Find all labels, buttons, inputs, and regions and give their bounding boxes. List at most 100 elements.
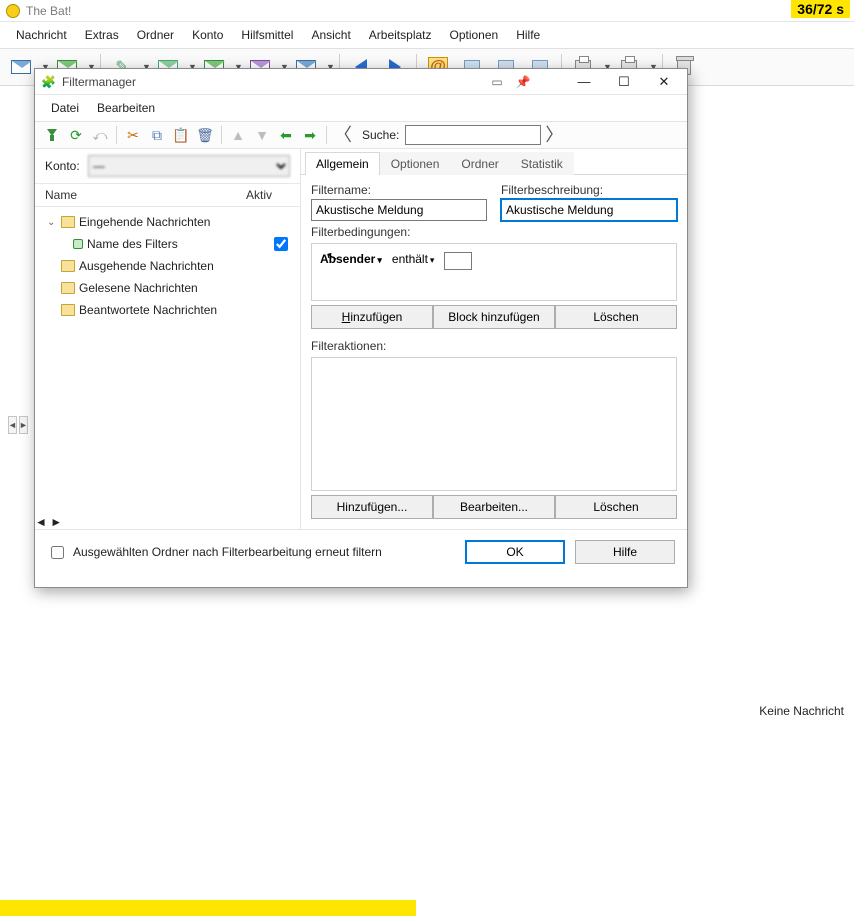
separator <box>221 126 222 144</box>
minimize-button[interactable]: ― <box>567 71 601 93</box>
separator <box>326 126 327 144</box>
menu-ansicht[interactable]: Ansicht <box>303 26 358 44</box>
tree-node[interactable]: Gelesene Nachrichten <box>39 277 296 299</box>
menu-hilfe[interactable]: Hilfe <box>508 26 548 44</box>
menu-ordner[interactable]: Ordner <box>129 26 182 44</box>
move-right-button[interactable]: ➡ <box>299 124 321 146</box>
filterdesc-input[interactable] <box>501 199 677 221</box>
cond-add-button[interactable]: HHinzufügeninzufügen <box>311 305 433 329</box>
left-pane: Konto: — Name Aktiv ⌄ Eingehende Nachric… <box>35 149 301 529</box>
conditions-label: Filterbedingungen: <box>311 225 677 239</box>
menu-optionen[interactable]: Optionen <box>442 26 507 44</box>
list-header: Name Aktiv <box>35 183 300 207</box>
folder-icon <box>61 216 75 228</box>
move-left-button[interactable]: ⬅ <box>275 124 297 146</box>
refilter-checkbox[interactable] <box>51 546 64 559</box>
col-name[interactable]: Name <box>45 188 246 202</box>
app-icon <box>6 4 20 18</box>
main-titlebar: The Bat! 36/72 s <box>0 0 854 22</box>
window-extra1-icon[interactable]: ▭ <box>487 72 507 92</box>
filter-tree[interactable]: ⌄ Eingehende Nachrichten Name des Filter… <box>35 207 300 515</box>
tree-label: Gelesene Nachrichten <box>79 281 198 295</box>
dialog-title: Filtermanager <box>62 75 481 89</box>
actions-label: Filteraktionen: <box>311 339 677 353</box>
separator <box>116 126 117 144</box>
menu-arbeitsplatz[interactable]: Arbeitsplatz <box>361 26 440 44</box>
tree-node-root[interactable]: ⌄ Eingehende Nachrichten <box>39 211 296 233</box>
copy-button[interactable]: ⧉ <box>146 124 168 146</box>
tab-allgemein[interactable]: Allgemein <box>305 152 380 175</box>
filterdesc-label: Filterbeschreibung: <box>501 183 677 197</box>
chevron-down-icon[interactable]: ⌄ <box>47 217 57 228</box>
act-edit-button[interactable]: Bearbeiten... <box>433 495 555 519</box>
dialog-icon: 🧩 <box>41 75 56 89</box>
tb-new-mail[interactable] <box>6 52 36 82</box>
scroll-left-icon[interactable]: ◄ <box>35 515 47 529</box>
cond-delete-button[interactable]: Löschen <box>555 305 677 329</box>
filtermanager-dialog: 🧩 Filtermanager ▭ 📌 ― ☐ ✕ Datei Bearbeit… <box>34 68 688 588</box>
menu-extras[interactable]: Extras <box>77 26 127 44</box>
ok-button[interactable]: OK <box>465 540 565 564</box>
arrow-up-icon: ▲ <box>231 128 245 142</box>
menu-konto[interactable]: Konto <box>184 26 231 44</box>
tree-hscroll[interactable]: ◄ ► <box>35 515 300 529</box>
undo-button[interactable]: ⤺ <box>89 124 111 146</box>
tree-node[interactable]: Ausgehende Nachrichten <box>39 255 296 277</box>
menu-hilfsmittel[interactable]: Hilfsmittel <box>233 26 301 44</box>
menu-nachricht[interactable]: Nachricht <box>8 26 75 44</box>
dialog-titlebar[interactable]: 🧩 Filtermanager ▭ 📌 ― ☐ ✕ <box>35 69 687 95</box>
act-add-button[interactable]: Hinzufügen... <box>311 495 433 519</box>
paste-button[interactable]: 📋 <box>170 124 192 146</box>
arrow-left-icon: ⬅ <box>280 128 292 142</box>
help-button[interactable]: Hilfe <box>575 540 675 564</box>
move-down-button[interactable]: ▼ <box>251 124 273 146</box>
tab-optionen[interactable]: Optionen <box>380 152 451 175</box>
refresh-button[interactable]: ⟳ <box>65 124 87 146</box>
tab-pane-allgemein: Filtername: Filterbeschreibung: Filterbe… <box>301 175 687 529</box>
maximize-button[interactable]: ☐ <box>607 71 641 93</box>
refilter-checkbox-row[interactable]: Ausgewählten Ordner nach Filterbearbeitu… <box>47 543 455 562</box>
filter-icon <box>73 239 83 249</box>
tree-label: Ausgehende Nachrichten <box>79 259 214 273</box>
caret-icon: ▾ <box>377 255 382 265</box>
move-up-button[interactable]: ▲ <box>227 124 249 146</box>
actions-box[interactable] <box>311 357 677 491</box>
conditions-box: ↖ Absender▾ enthält▾ <box>311 243 677 301</box>
cond-addblock-button[interactable]: Block hinzufügen <box>433 305 555 329</box>
search-input[interactable] <box>405 125 541 145</box>
new-filter-button[interactable] <box>41 124 63 146</box>
no-message-label: Keine Nachricht <box>759 704 844 718</box>
cond-value-input[interactable] <box>444 252 472 270</box>
dialog-menubar: Datei Bearbeiten <box>35 95 687 121</box>
arrow-right-icon: ➡ <box>304 128 316 142</box>
tab-ordner[interactable]: Ordner <box>450 152 509 175</box>
undo-icon: ⤺ <box>93 128 108 142</box>
filtername-input[interactable] <box>311 199 487 221</box>
close-button[interactable]: ✕ <box>647 71 681 93</box>
tree-label: Beantwortete Nachrichten <box>79 303 217 317</box>
arrow-down-icon: ▼ <box>255 128 269 142</box>
col-active[interactable]: Aktiv <box>246 188 294 202</box>
scroll-right-icon[interactable]: ► <box>50 515 62 529</box>
main-menubar: Nachricht Extras Ordner Konto Hilfsmitte… <box>0 22 854 49</box>
account-select[interactable]: — <box>88 155 290 177</box>
nav-fwd-button[interactable]: 〉 <box>543 124 565 146</box>
tree-node[interactable]: Beantwortete Nachrichten <box>39 299 296 321</box>
act-delete-button[interactable]: Löschen <box>555 495 677 519</box>
tree-label: Name des Filters <box>87 237 178 251</box>
dlg-menu-bearbeiten[interactable]: Bearbeiten <box>89 99 163 117</box>
tabstrip: Allgemein Optionen Ordner Statistik <box>301 151 687 175</box>
tree-node-filter[interactable]: Name des Filters <box>39 233 296 255</box>
scissors-icon: ✂ <box>127 128 139 142</box>
delete-button[interactable]: 🗑 <box>194 124 216 146</box>
filter-active-checkbox[interactable] <box>274 237 288 251</box>
scroll-right-icon[interactable]: ► <box>19 416 28 434</box>
scroll-left-icon[interactable]: ◄ <box>8 416 17 434</box>
tab-statistik[interactable]: Statistik <box>510 152 574 175</box>
pin-icon[interactable]: 📌 <box>513 72 533 92</box>
cond-op-picker[interactable]: enthält▾ <box>392 252 435 266</box>
nav-back-button[interactable]: 〈 <box>332 124 354 146</box>
cut-button[interactable]: ✂ <box>122 124 144 146</box>
dlg-menu-datei[interactable]: Datei <box>43 99 87 117</box>
cond-op-text: enthält <box>392 252 428 266</box>
